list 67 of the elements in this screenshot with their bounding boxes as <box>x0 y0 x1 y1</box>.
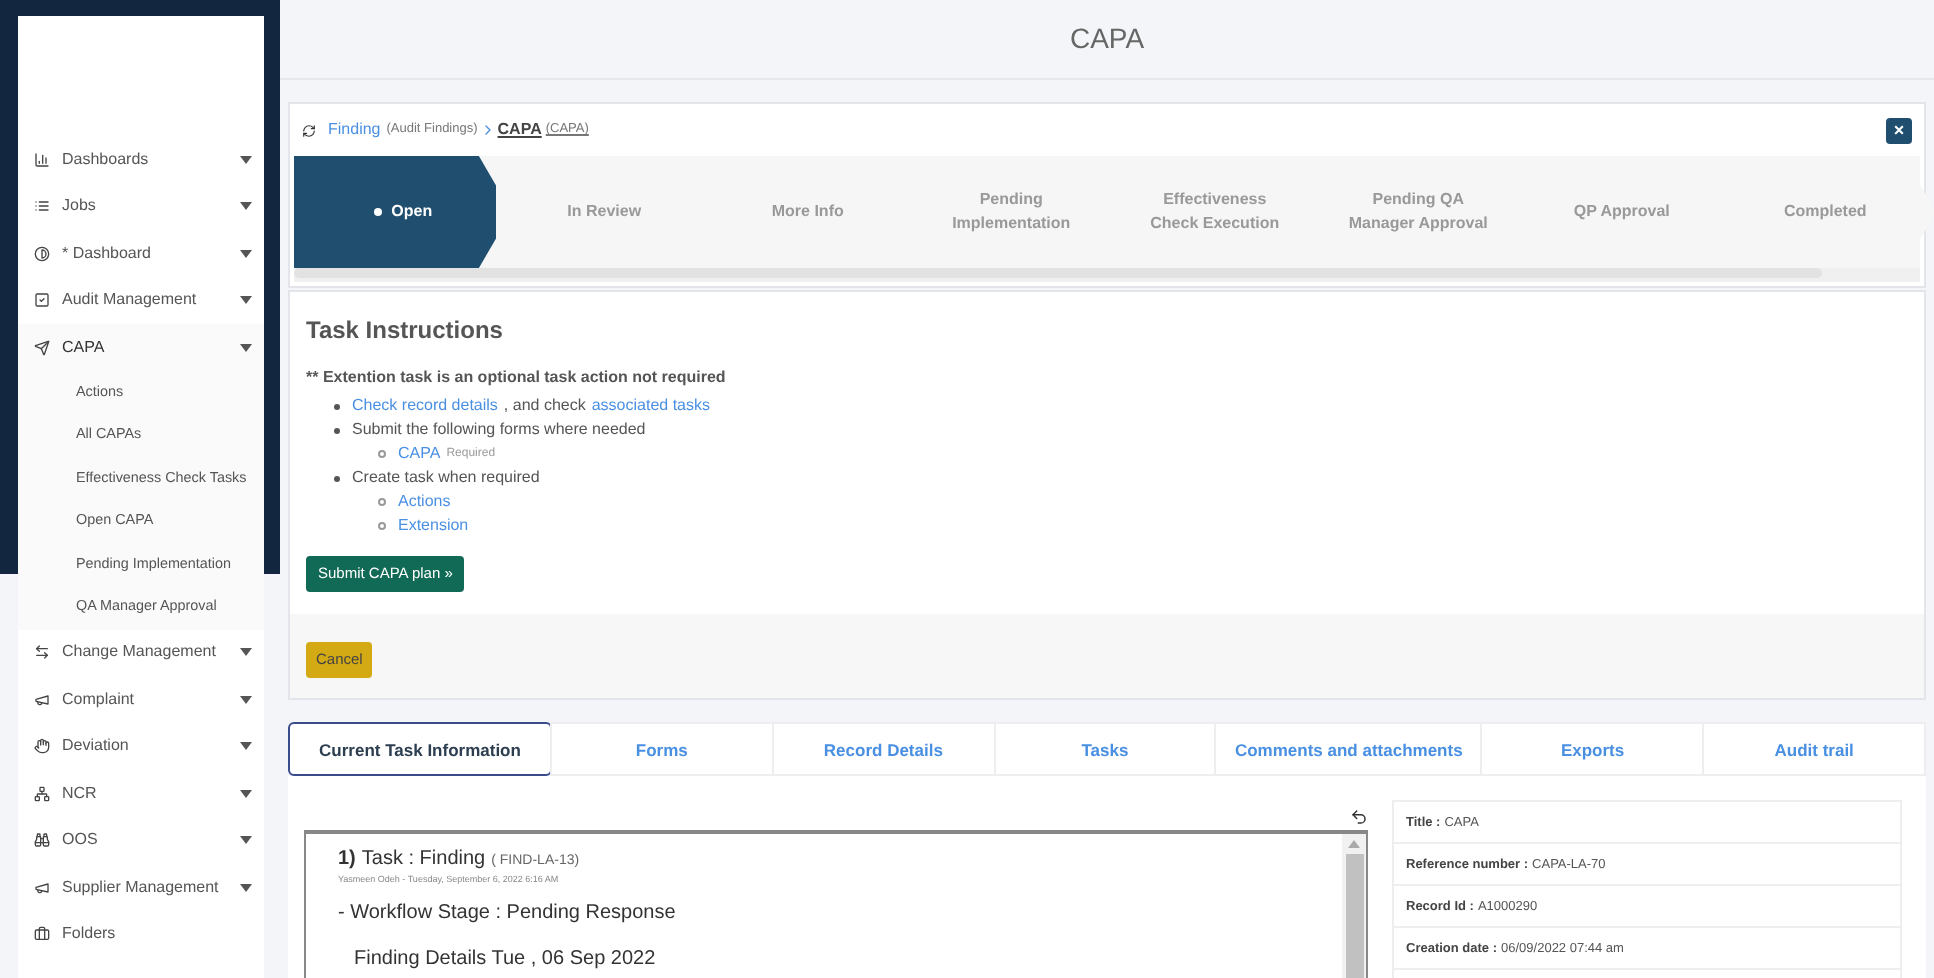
workflow-stage: - Workflow Stage : Pending Response <box>338 900 678 929</box>
paper-plane-icon <box>34 339 50 356</box>
instruction-text: , and check <box>503 394 586 418</box>
circle-bullet-icon <box>378 450 386 458</box>
briefcase-icon <box>34 926 50 943</box>
hand-icon <box>34 738 50 755</box>
megaphone-icon <box>34 879 50 896</box>
bullet-icon <box>334 403 340 409</box>
sidebar-label: CAPA <box>62 335 107 360</box>
section-title: Task Instructions <box>306 314 505 348</box>
instruction-text: Create task when required <box>352 466 540 490</box>
arrows-icon <box>34 644 50 661</box>
instruction-text: Submit the following forms where needed <box>352 418 646 442</box>
sidebar-label: * Dashboard <box>62 241 153 266</box>
list-icon <box>34 198 50 215</box>
step-label: QP Approval <box>1573 200 1670 224</box>
sidebar-label: Complaint <box>62 687 137 712</box>
instruction-note: ** Extention task is an optional task action not required <box>306 366 728 390</box>
circle-bullet-icon <box>378 522 386 530</box>
step-label: Effectiveness Check Execution <box>1148 188 1282 236</box>
sidebar-label: Change Management <box>62 640 218 665</box>
caret-icon <box>240 836 252 845</box>
step-label: More Info <box>771 200 844 224</box>
sidebar-label: Supplier Management <box>62 875 221 900</box>
caret-icon <box>240 789 252 798</box>
hierarchy-icon <box>34 785 50 802</box>
scrollbar-thumb[interactable] <box>294 268 1823 278</box>
step-label: Pending Implementation <box>950 188 1073 236</box>
task-number: 1) <box>338 846 356 875</box>
scrollbar-thumb[interactable] <box>1345 854 1363 978</box>
checkbox-icon <box>34 292 50 309</box>
caret-icon <box>240 695 252 704</box>
bar-chart-icon <box>34 151 50 168</box>
sidebar-label: Dashboards <box>62 147 151 172</box>
step-label: Completed <box>1783 200 1867 224</box>
task-title: Task : Finding <box>361 846 486 875</box>
caret-icon <box>240 202 252 211</box>
sidebar-label: Jobs <box>62 194 98 219</box>
caret-icon <box>240 249 252 258</box>
breadcrumb-current: CAPA <box>497 118 542 142</box>
refresh-icon[interactable] <box>302 123 316 137</box>
bullet-icon <box>334 427 340 433</box>
caret-icon <box>240 742 252 751</box>
sidebar-label: Deviation <box>62 734 131 759</box>
sidebar-label: OOS <box>62 828 100 853</box>
step-label: In Review <box>567 200 642 224</box>
sidebar-label: NCR <box>62 781 99 806</box>
close-button[interactable]: × <box>1886 117 1912 143</box>
tab[interactable]: Current Task Information <box>288 722 552 777</box>
circle-bullet-icon <box>378 498 386 506</box>
sidebar-label: Folders <box>62 922 118 947</box>
caret-icon <box>240 296 252 305</box>
scroll-up-icon[interactable] <box>1348 840 1360 849</box>
page-title: CAPA <box>280 0 1934 80</box>
undo-icon[interactable] <box>1350 808 1368 827</box>
binoculars-icon <box>34 832 50 849</box>
step-label: Open <box>391 200 433 224</box>
caret-icon <box>240 155 252 164</box>
contrast-icon <box>34 245 50 262</box>
caret-icon <box>240 883 252 892</box>
finding-details: Finding Details Tue , 06 Sep 2022 <box>352 946 658 975</box>
bullet-icon <box>334 475 340 481</box>
sidebar-label: Audit Management <box>62 288 199 313</box>
caret-icon <box>240 343 252 352</box>
caret-icon <box>240 648 252 657</box>
megaphone-icon <box>34 691 50 708</box>
step-label: Pending QA Manager Approval <box>1346 188 1490 236</box>
